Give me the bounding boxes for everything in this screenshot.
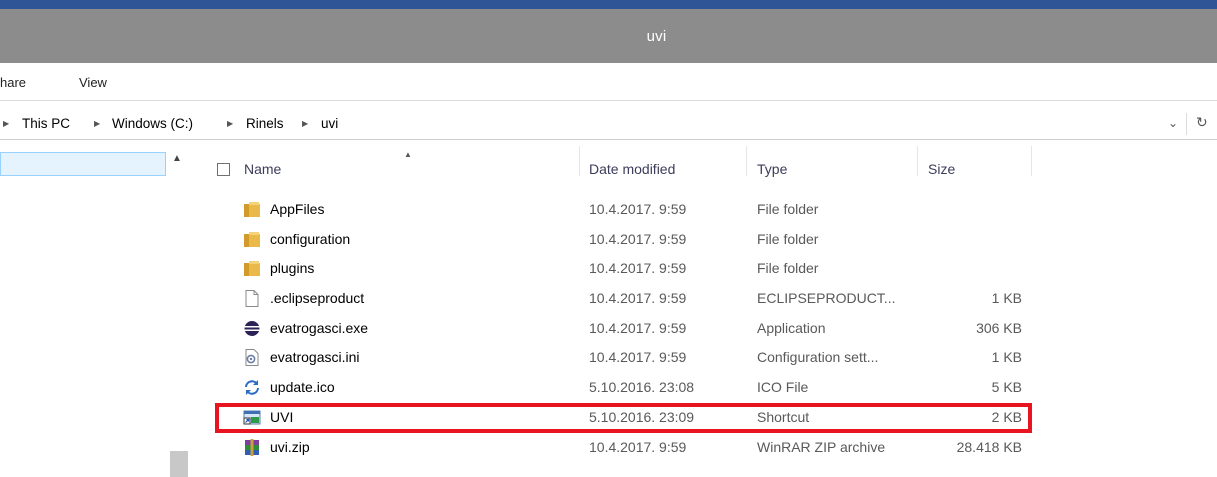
select-all-checkbox[interactable] [217, 163, 230, 176]
file-date: 10.4.2017. 9:59 [589, 290, 687, 306]
column-divider[interactable] [1031, 146, 1032, 176]
file-name: .eclipseproduct [270, 290, 365, 306]
file-name: configuration [270, 231, 351, 247]
file-size: 1 KB [991, 349, 1022, 365]
column-header-type[interactable]: Type [757, 161, 787, 177]
file-size: 1 KB [991, 290, 1022, 306]
file-type: Application [757, 320, 826, 336]
column-header-date[interactable]: Date modified [589, 161, 675, 177]
file-name: plugins [270, 260, 315, 276]
file-row-evatrogasci-ini[interactable]: evatrogasci.ini 10.4.2017. 9:59 Configur… [0, 343, 1217, 372]
eclipse-app-icon [244, 321, 260, 336]
breadcrumb-separator[interactable]: ▶ [227, 119, 233, 128]
file-row-uvi-zip[interactable]: uvi.zip 10.4.2017. 9:59 WinRAR ZIP archi… [0, 433, 1217, 462]
file-date: 10.4.2017. 9:59 [589, 349, 687, 365]
file-row-appfiles[interactable]: AppFiles 10.4.2017. 9:59 File folder [0, 195, 1217, 224]
file-type: File folder [757, 201, 819, 217]
file-row-plugins[interactable]: plugins 10.4.2017. 9:59 File folder [0, 254, 1217, 283]
tab-view[interactable]: View [79, 75, 107, 90]
window-top-strip [0, 0, 1217, 9]
column-header-row: Name Date modified Type Size [0, 140, 1217, 177]
folder-icon [244, 261, 260, 276]
file-date: 5.10.2016. 23:08 [589, 379, 695, 395]
tab-share[interactable]: hare [0, 75, 26, 90]
winrar-archive-icon [245, 439, 259, 456]
breadcrumb-uvi[interactable]: uvi [321, 116, 338, 131]
folder-icon [244, 232, 260, 247]
file-type: Configuration sett... [757, 349, 879, 365]
file-row-evatrogasci-exe[interactable]: evatrogasci.exe 10.4.2017. 9:59 Applicat… [0, 314, 1217, 343]
column-header-size[interactable]: Size [928, 161, 955, 177]
config-file-icon [245, 349, 259, 366]
breadcrumb-this-pc[interactable]: This PC [22, 116, 70, 131]
file-type: File folder [757, 231, 819, 247]
file-date: 10.4.2017. 9:59 [589, 260, 687, 276]
file-date: 10.4.2017. 9:59 [589, 201, 687, 217]
column-header-name[interactable]: Name [244, 161, 281, 177]
ribbon-tabs: hare View [0, 63, 1217, 101]
breadcrumb-separator[interactable]: ▶ [302, 119, 308, 128]
refresh-icon[interactable]: ↻ [1196, 114, 1208, 131]
address-bar[interactable]: ▶ This PC ▶ Windows (C:) ▶ Rinels ▶ uvi … [0, 110, 1217, 140]
column-divider[interactable] [917, 146, 918, 176]
file-type: ECLIPSEPRODUCT... [757, 290, 896, 306]
file-name: AppFiles [270, 201, 325, 217]
file-type: WinRAR ZIP archive [757, 439, 886, 455]
title-bar[interactable]: uvi [0, 9, 1217, 63]
file-date: 10.4.2017. 9:59 [589, 231, 687, 247]
breadcrumb-windows-c[interactable]: Windows (C:) [112, 116, 193, 131]
column-divider[interactable] [746, 146, 747, 176]
file-size: 5 KB [991, 379, 1022, 395]
column-divider[interactable] [579, 146, 580, 176]
file-row-eclipseproduct[interactable]: .eclipseproduct 10.4.2017. 9:59 ECLIPSEP… [0, 284, 1217, 313]
file-date: 10.4.2017. 9:59 [589, 320, 687, 336]
update-arrows-icon [245, 380, 259, 395]
file-size: 306 KB [976, 320, 1022, 336]
file-name: evatrogasci.ini [270, 349, 360, 365]
blank-file-icon [245, 290, 259, 307]
file-name: uvi.zip [270, 439, 310, 455]
file-row-update-ico[interactable]: update.ico 5.10.2016. 23:08 ICO File 5 K… [0, 373, 1217, 402]
file-row-configuration[interactable]: configuration 10.4.2017. 9:59 File folde… [0, 225, 1217, 254]
window-title: uvi [646, 27, 667, 45]
breadcrumb-separator: ▶ [3, 119, 10, 128]
sort-ascending-icon: ▲ [404, 150, 412, 159]
file-name: update.ico [270, 379, 335, 395]
file-size: 28.418 KB [956, 439, 1022, 455]
highlight-box [215, 403, 1032, 433]
file-type: ICO File [757, 379, 809, 395]
file-name: evatrogasci.exe [270, 320, 369, 336]
file-date: 10.4.2017. 9:59 [589, 439, 687, 455]
folder-icon [244, 202, 260, 217]
breadcrumb-rinels[interactable]: Rinels [246, 116, 284, 131]
address-divider [1186, 113, 1187, 135]
chevron-down-icon[interactable]: ⌄ [1168, 116, 1178, 130]
file-type: File folder [757, 260, 819, 276]
breadcrumb-separator[interactable]: ▶ [94, 119, 100, 128]
